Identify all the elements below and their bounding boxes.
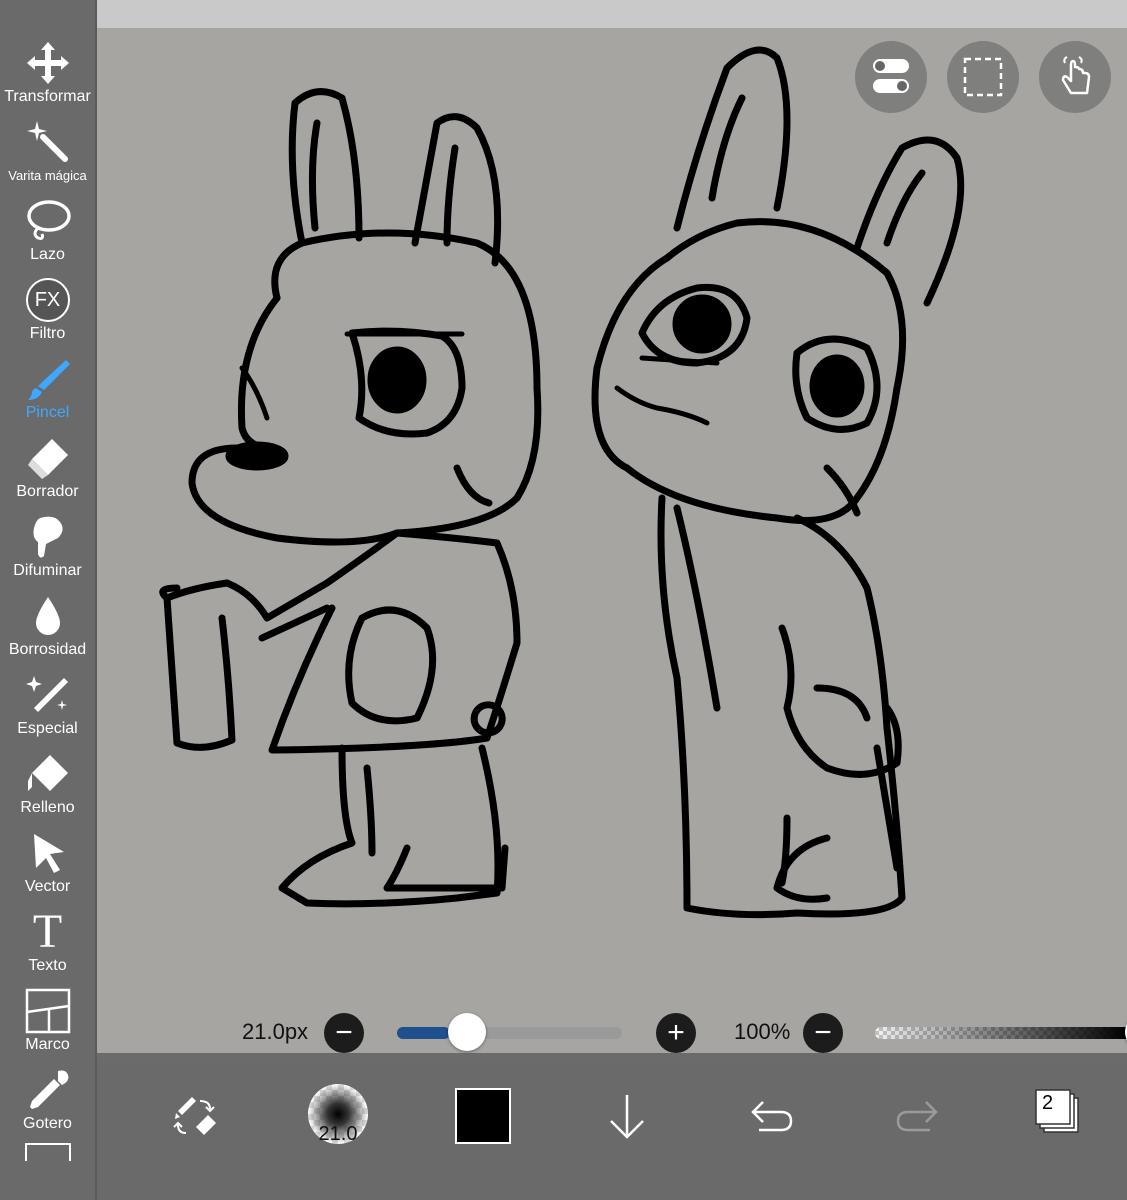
brush-size-slider-track[interactable]	[397, 1013, 622, 1051]
tool-label: Pincel	[25, 404, 70, 421]
magic-wand-icon	[23, 117, 73, 167]
frame-panels-icon	[23, 986, 73, 1036]
blur-drop-icon	[23, 591, 73, 641]
fx-glyph: FX	[25, 278, 70, 322]
layer-count: 2	[1042, 1092, 1054, 1114]
tool-label: Transformar	[4, 88, 91, 105]
tool-label: Marco	[25, 1036, 70, 1053]
right-bunny-sketch	[591, 46, 965, 919]
selection-button[interactable]	[947, 41, 1019, 113]
tool-label: Filtro	[29, 325, 66, 342]
tool-label: Especial	[17, 720, 78, 737]
tool-vector[interactable]: Vector	[0, 828, 95, 907]
redo-icon	[896, 1101, 938, 1132]
brush-size-decrease-button[interactable]: −	[324, 1013, 364, 1053]
color-swatch-button[interactable]	[455, 1088, 511, 1144]
dashed-selection-icon	[963, 57, 1003, 97]
fill-bucket-icon	[23, 749, 73, 799]
tool-eraser[interactable]: Borrador	[0, 433, 95, 512]
fx-filter-icon: FX	[23, 275, 73, 325]
brush-eraser-swap-icon	[173, 1097, 216, 1135]
tool-label: Relleno	[20, 799, 75, 816]
tool-label: Texto	[28, 957, 67, 974]
brush-size-increase-button[interactable]: +	[656, 1013, 696, 1053]
drawing-canvas[interactable]	[97, 28, 1127, 1053]
opacity-readout: 100%	[734, 1019, 791, 1044]
tool-eyedropper[interactable]: Gotero	[0, 1065, 95, 1144]
brush-icon	[23, 354, 73, 404]
tool-transform[interactable]: Transformar	[0, 38, 95, 117]
brush-preview-value: 21.0	[318, 1123, 358, 1145]
tool-label: Gotero	[23, 1115, 72, 1132]
text-icon: T	[23, 907, 73, 957]
special-wand-icon	[23, 670, 73, 720]
layers-stack-icon	[1035, 1089, 1079, 1133]
tool-fill[interactable]: Relleno	[0, 749, 95, 828]
plus-icon: +	[667, 1016, 685, 1049]
tool-partial-next	[25, 1143, 71, 1161]
tool-label: Difuminar	[13, 562, 82, 579]
gesture-button[interactable]	[1039, 41, 1111, 113]
minus-icon: −	[814, 1016, 832, 1049]
tool-brush[interactable]: Pincel	[0, 354, 95, 433]
layers-button[interactable]: 2	[1032, 1086, 1088, 1142]
sketch-drawing	[159, 46, 965, 919]
quick-settings-toggle-button[interactable]	[855, 41, 927, 113]
bottom-toolbar: 21.0 2	[97, 1066, 1127, 1200]
brush-size-slider-knob[interactable]	[447, 1013, 486, 1051]
tool-filter[interactable]: FX Filtro	[0, 275, 95, 354]
arrow-down-icon	[610, 1095, 644, 1139]
tool-label: Borrosidad	[8, 641, 87, 658]
tool-sidebar: Transformar Varita mágica Lazo FX Filtro	[0, 0, 97, 1200]
left-bunny-sketch	[159, 88, 542, 908]
tool-smudge[interactable]: Difuminar	[0, 512, 95, 591]
tool-label: Lazo	[30, 246, 65, 263]
lasso-icon	[23, 196, 73, 246]
touch-hand-icon	[1061, 56, 1091, 95]
tool-blur[interactable]: Borrosidad	[0, 591, 95, 670]
opacity-slider-track[interactable]	[875, 1013, 1127, 1051]
brush-size-readout: 21.0px	[242, 1019, 309, 1044]
brush-preview-button[interactable]: 21.0	[308, 1084, 368, 1145]
toggle-switches-icon	[873, 59, 909, 93]
tool-text[interactable]: T Texto	[0, 907, 95, 986]
brush-size-slider-fill	[397, 1027, 450, 1039]
current-color	[457, 1090, 509, 1142]
eraser-icon	[23, 433, 73, 483]
tool-label: Vector	[24, 878, 71, 895]
tool-label: Varita mágica	[8, 168, 87, 183]
minus-icon: −	[335, 1016, 353, 1049]
smudge-finger-icon	[23, 512, 73, 562]
undo-icon	[751, 1101, 793, 1132]
top-status-bar	[97, 0, 1127, 28]
swap-tools-button[interactable]	[167, 1088, 223, 1144]
text-glyph: T	[32, 905, 63, 958]
opacity-decrease-button[interactable]: −	[803, 1013, 843, 1053]
move-arrows-icon	[23, 38, 73, 88]
brush-slider-bar: 21.0px − + 100% −	[97, 1000, 1127, 1066]
undo-button[interactable]	[744, 1088, 800, 1144]
vector-cursor-icon	[23, 828, 73, 878]
eyedropper-icon	[23, 1065, 73, 1115]
tool-label: Borrador	[16, 483, 79, 500]
tool-special[interactable]: Especial	[0, 670, 95, 749]
redo-button[interactable]	[889, 1088, 945, 1144]
download-layer-button[interactable]	[599, 1088, 655, 1144]
tool-frame[interactable]: Marco	[0, 986, 95, 1065]
tool-lasso[interactable]: Lazo	[0, 196, 95, 275]
tool-magic-wand[interactable]: Varita mágica	[0, 117, 95, 196]
